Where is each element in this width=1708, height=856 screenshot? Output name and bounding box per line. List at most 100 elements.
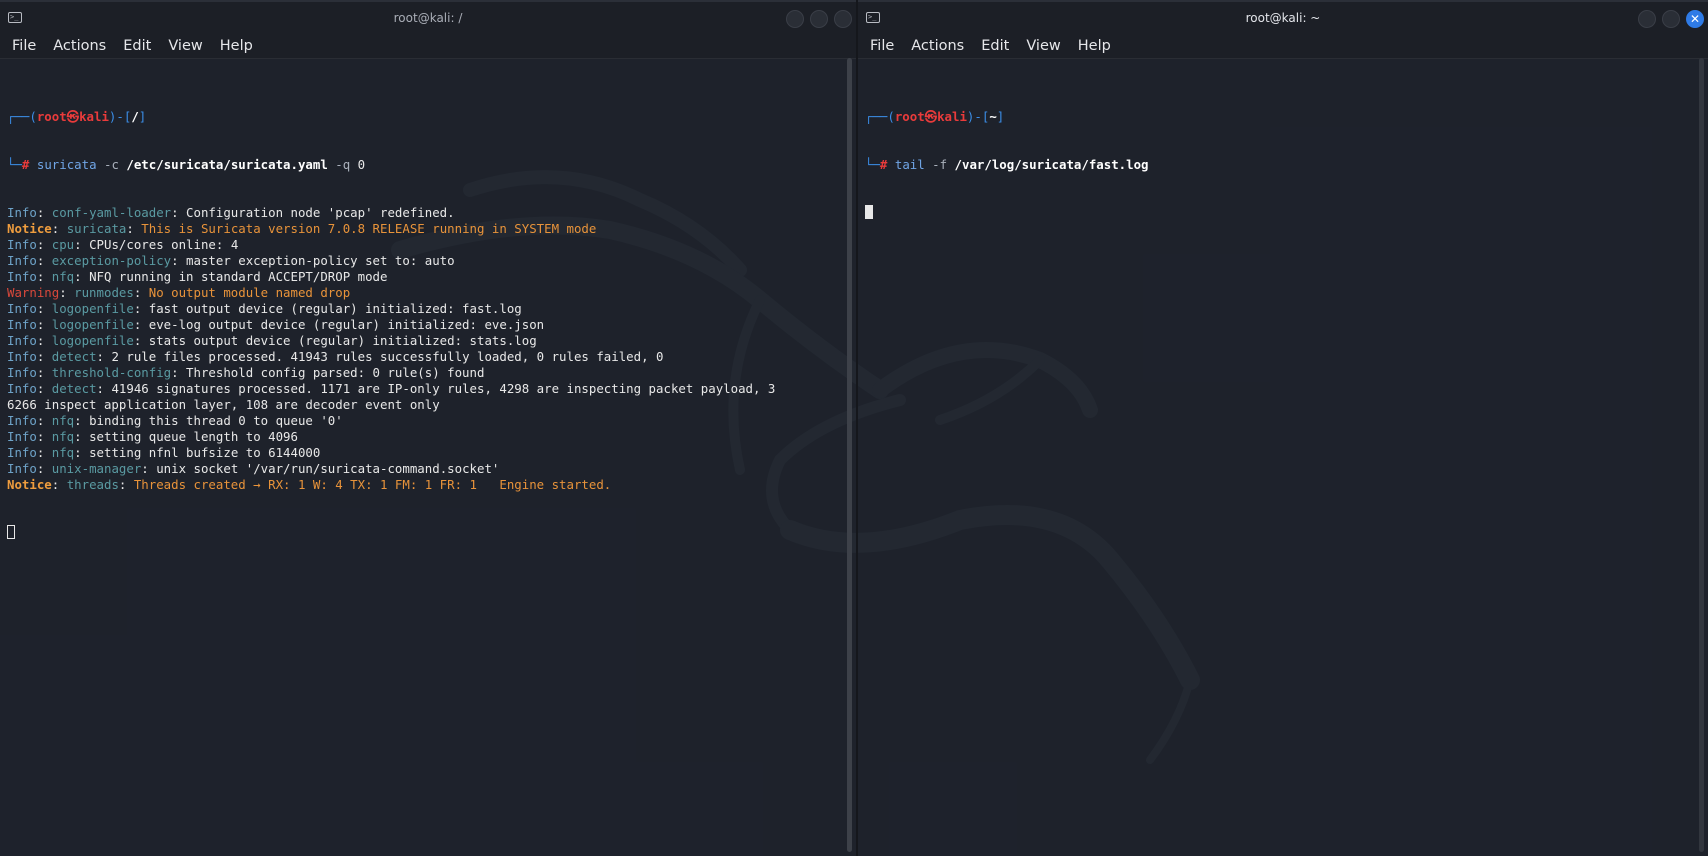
log-separator: : xyxy=(36,269,52,284)
log-message: master exception-policy set to: auto xyxy=(186,253,455,268)
log-message: CPUs/cores online: 4 xyxy=(89,237,239,252)
log-level: Warning xyxy=(7,285,60,300)
log-line: Info: cpu: CPUs/cores online: 4 xyxy=(7,237,842,253)
minimize-button[interactable] xyxy=(1638,10,1656,28)
minimize-button[interactable] xyxy=(786,10,804,28)
log-module: logopenfile xyxy=(51,301,134,316)
log-separator: : xyxy=(36,365,52,380)
command-option: -q xyxy=(327,157,358,172)
log-line: Notice: suricata: This is Suricata versi… xyxy=(7,221,842,237)
log-separator: : xyxy=(59,285,75,300)
log-module: threshold-config xyxy=(51,365,172,380)
menu-file[interactable]: File xyxy=(862,38,903,54)
log-message: setting queue length to 4096 xyxy=(89,429,298,444)
menu-help[interactable]: Help xyxy=(1070,38,1120,54)
log-separator: : xyxy=(74,269,90,284)
log-module: exception-policy xyxy=(51,253,172,268)
close-button[interactable]: ✕ xyxy=(1686,10,1704,28)
prompt-user: root㉿kali xyxy=(36,109,109,124)
log-separator: : xyxy=(74,413,90,428)
command-file-arg: /var/log/suricata/fast.log xyxy=(954,157,1149,172)
log-separator: : xyxy=(36,429,52,444)
log-level: Notice xyxy=(7,477,52,492)
window-title: root@kali: ~ xyxy=(1245,11,1321,25)
log-line: Info: logopenfile: fast output device (r… xyxy=(7,301,842,317)
log-level: Info xyxy=(7,269,37,284)
log-module: conf-yaml-loader xyxy=(51,205,172,220)
log-line: Info: threshold-config: Threshold config… xyxy=(7,365,842,381)
menu-edit[interactable]: Edit xyxy=(973,38,1018,54)
log-module: cpu xyxy=(51,237,75,252)
command-line: └─# suricata -c /etc/suricata/suricata.y… xyxy=(7,157,842,173)
menu-view[interactable]: View xyxy=(1018,38,1069,54)
log-separator: : xyxy=(133,333,149,348)
prompt-line-1: ┌──(root㉿kali)-[/] xyxy=(7,109,842,125)
maximize-button[interactable] xyxy=(1662,10,1680,28)
log-line: Info: nfq: setting nfnl bufsize to 61440… xyxy=(7,445,842,461)
cursor-line xyxy=(7,525,842,541)
text-cursor xyxy=(7,525,15,539)
terminal-window-right[interactable]: >_ root@kali: ~ ✕ File Actions Edit View… xyxy=(858,0,1708,856)
log-line: Info: detect: 2 rule files processed. 41… xyxy=(7,349,842,365)
cursor-line xyxy=(865,205,1694,221)
log-line: Info: conf-yaml-loader: Configuration no… xyxy=(7,205,842,221)
command-option: -c xyxy=(96,157,127,172)
log-separator: : xyxy=(36,461,52,476)
log-line: Info: exception-policy: master exception… xyxy=(7,253,842,269)
menu-actions[interactable]: Actions xyxy=(903,38,973,54)
command-name: suricata xyxy=(36,157,97,172)
log-output: Info: conf-yaml-loader: Configuration no… xyxy=(7,205,842,493)
log-level: Info xyxy=(7,429,37,444)
log-separator: : xyxy=(36,301,52,316)
menu-view[interactable]: View xyxy=(160,38,211,54)
log-line: 6266 inspect application layer, 108 are … xyxy=(7,397,842,413)
log-module: nfq xyxy=(51,445,75,460)
log-line: Info: nfq: NFQ running in standard ACCEP… xyxy=(7,269,842,285)
menu-bar: File Actions Edit View Help xyxy=(858,34,1708,59)
log-separator: : xyxy=(36,381,52,396)
terminal-output[interactable]: ┌──(root㉿kali)-[~] └─# tail -f /var/log/… xyxy=(865,77,1694,856)
log-line: Warning: runmodes: No output module name… xyxy=(7,285,842,301)
log-message: 6266 inspect application layer, 108 are … xyxy=(7,397,440,412)
terminal-output[interactable]: ┌──(root㉿kali)-[/] └─# suricata -c /etc/… xyxy=(7,77,842,856)
log-separator: : xyxy=(118,477,134,492)
log-message: unix socket '/var/run/suricata-command.s… xyxy=(156,461,500,476)
menu-help[interactable]: Help xyxy=(212,38,262,54)
close-button[interactable] xyxy=(834,10,852,28)
log-separator: : xyxy=(171,253,187,268)
log-separator: : xyxy=(141,461,157,476)
title-bar[interactable]: >_ root@kali: / xyxy=(0,0,856,36)
log-separator: : xyxy=(36,237,52,252)
prompt-box-corner: └─ xyxy=(7,157,22,172)
log-message: No output module named drop xyxy=(148,285,351,300)
log-module: suricata xyxy=(66,221,127,236)
menu-actions[interactable]: Actions xyxy=(45,38,115,54)
menu-file[interactable]: File xyxy=(4,38,45,54)
log-line: Info: unix-manager: unix socket '/var/ru… xyxy=(7,461,842,477)
log-line: Info: nfq: setting queue length to 4096 xyxy=(7,429,842,445)
log-separator: : xyxy=(36,413,52,428)
title-bar[interactable]: >_ root@kali: ~ ✕ xyxy=(858,0,1708,36)
menu-bar: File Actions Edit View Help xyxy=(0,34,856,59)
log-message: Threshold config parsed: 0 rule(s) found xyxy=(186,365,485,380)
log-level: Info xyxy=(7,301,37,316)
log-module: logopenfile xyxy=(51,317,134,332)
command-option: -f xyxy=(924,157,955,172)
log-separator: : xyxy=(74,445,90,460)
terminal-window-left[interactable]: >_ root@kali: / File Actions Edit View H… xyxy=(0,0,856,856)
log-line: Notice: threads: Threads created → RX: 1… xyxy=(7,477,842,493)
log-separator: : xyxy=(36,349,52,364)
prompt-dir: / xyxy=(131,109,139,124)
command-file-arg: /etc/suricata/suricata.yaml xyxy=(126,157,328,172)
menu-edit[interactable]: Edit xyxy=(115,38,160,54)
maximize-button[interactable] xyxy=(810,10,828,28)
prompt-box-mid: )-[ xyxy=(966,109,990,124)
log-message: binding this thread 0 to queue '0' xyxy=(89,413,343,428)
scrollbar[interactable] xyxy=(1699,58,1704,852)
log-message: Configuration node 'pcap' redefined. xyxy=(186,205,455,220)
log-level: Info xyxy=(7,445,37,460)
prompt-hash: # xyxy=(879,157,888,172)
command-name: tail xyxy=(894,157,925,172)
log-separator: : xyxy=(133,301,149,316)
scrollbar[interactable] xyxy=(847,58,852,852)
